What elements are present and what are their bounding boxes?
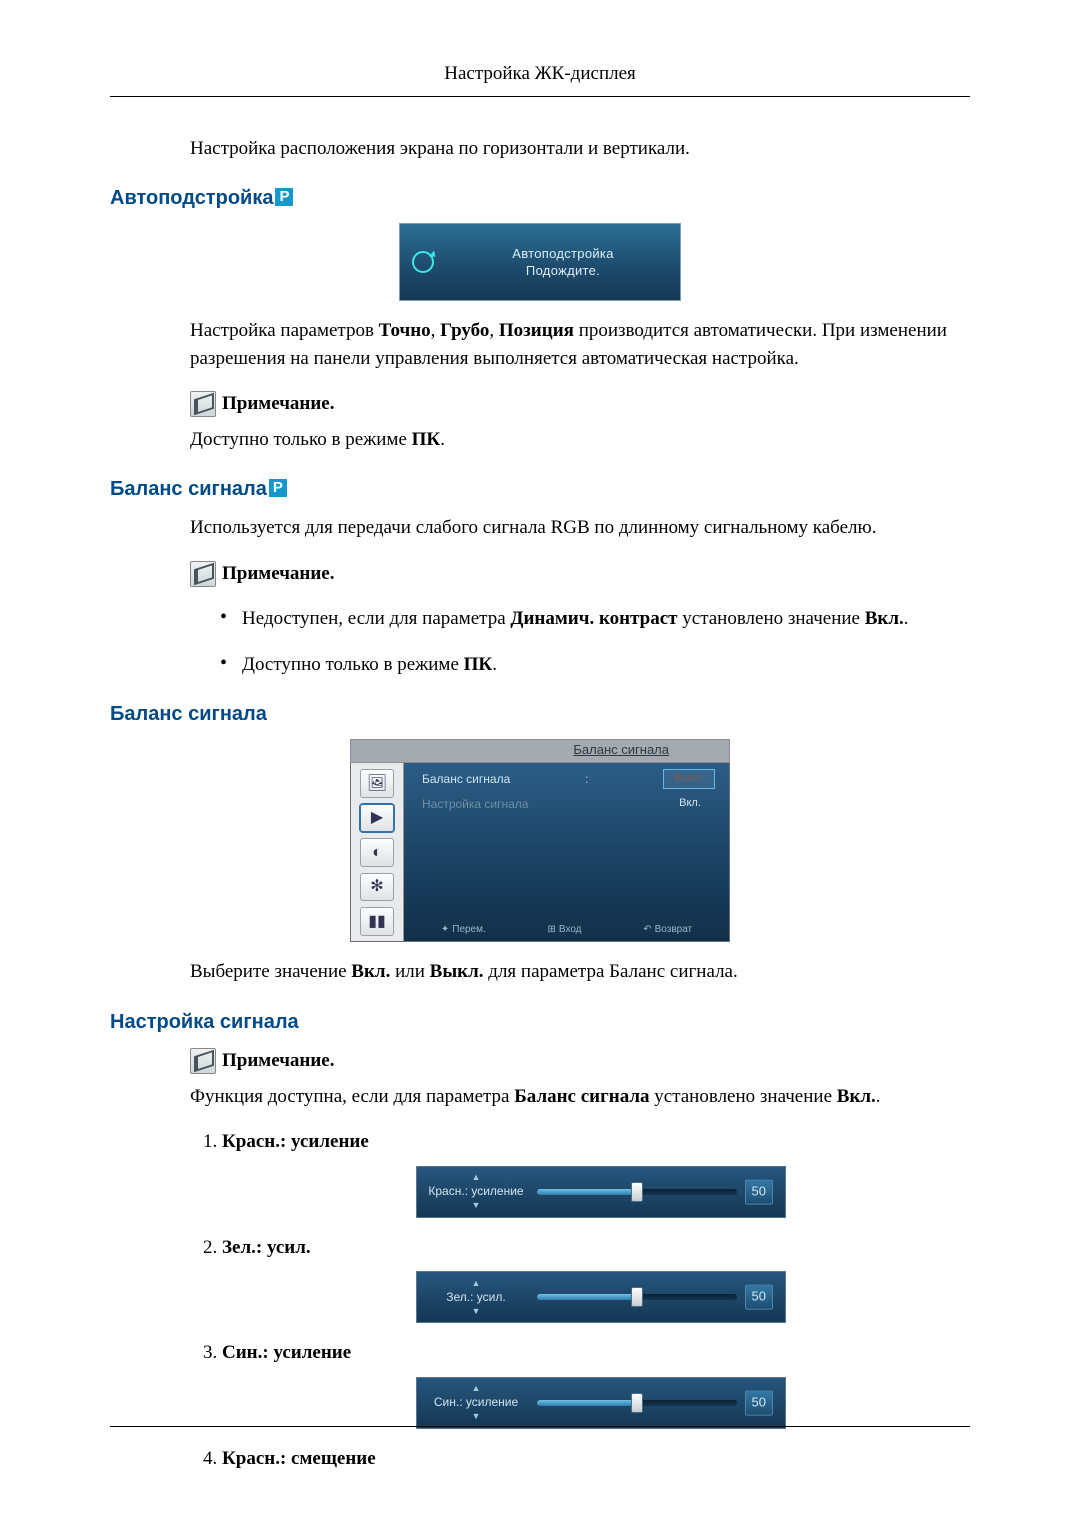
osd-tab-input[interactable]: ▶ (360, 804, 394, 832)
intro-text: Настройка расположения экрана по горизон… (190, 135, 970, 163)
balance1-heading-text: Баланс сигнала (110, 478, 267, 500)
auto-tune-line1: Автоподстройка (512, 246, 613, 261)
slider-fill (537, 1294, 637, 1300)
osd-titlebar: Баланс сигнала (350, 739, 730, 763)
arrow-down-icon[interactable]: ▼ (427, 1201, 525, 1210)
slider-value: 50 (745, 1179, 773, 1204)
slider-blue-gain: ▲ Син.: усиление ▼ 50 (416, 1377, 786, 1429)
osd-main: Баланс сигнала : Выкл. Настройка сигнала… (404, 763, 729, 941)
auto-tune-text: Автоподстройка Подождите. (446, 245, 680, 280)
note-row-signal: Примечание. (190, 1047, 970, 1075)
slider-track[interactable] (537, 1294, 737, 1300)
signal-item-1: Красн.: усиление ▲ Красн.: усиление ▼ 50 (222, 1128, 970, 1218)
auto-tune-icon-cell (400, 251, 446, 273)
slider-track[interactable] (537, 1400, 737, 1406)
osd-row2-label: Настройка сигнала (422, 796, 528, 813)
signal-item-4: Красн.: смещение (222, 1445, 970, 1473)
slider-red-gain: ▲ Красн.: усиление ▼ 50 (416, 1166, 786, 1218)
slider-fill (537, 1189, 637, 1195)
enter-icon: ⊞ (548, 923, 556, 938)
osd-title: Баланс сигнала (573, 741, 669, 760)
osd-body: 🖼 ▶ ◐ ✻ ▮▮ Баланс сигнала : Выкл. Настро… (350, 763, 730, 942)
signal-item-1-label: Красн.: усиление (222, 1131, 369, 1152)
slider-value: 50 (745, 1285, 773, 1310)
page-header: Настройка ЖК-дисплея (110, 60, 970, 97)
osd-footer-return: ↶ Возврат (643, 923, 692, 938)
section-heading-auto-text: Автоподстройка (110, 187, 273, 209)
slider-label: Син.: усиление (427, 1394, 525, 1411)
auto-note-para: Доступно только в режиме ПК. (190, 426, 970, 454)
osd-row-2: Настройка сигнала Вкл. (404, 789, 729, 813)
arrow-up-icon[interactable]: ▲ (427, 1279, 525, 1288)
section-heading-auto: АвтоподстройкаP (110, 184, 970, 213)
osd-tab-picture[interactable]: 🖼 (360, 769, 394, 797)
note-icon (190, 391, 216, 417)
list-item: Недоступен, если для параметра Динамич. … (220, 605, 970, 633)
slider-thumb[interactable] (631, 1393, 643, 1413)
signal-item-4-label: Красн.: смещение (222, 1448, 376, 1469)
slider-green-gain: ▲ Зел.: усил. ▼ 50 (416, 1271, 786, 1323)
section-heading-balance-2: Баланс сигнала (110, 700, 970, 729)
slider-label: Красн.: усиление (427, 1183, 525, 1200)
arrows-icon: ✦ (441, 923, 449, 938)
auto-tune-line2: Подождите. (526, 263, 600, 278)
signal-items: Красн.: усиление ▲ Красн.: усиление ▼ 50… (190, 1128, 970, 1472)
balance2-after: Выберите значение Вкл. или Выкл. для пар… (190, 958, 970, 986)
slider-thumb[interactable] (631, 1287, 643, 1307)
section-heading-signal: Настройка сигнала (110, 1008, 970, 1037)
section-heading-balance-1: Баланс сигналаP (110, 475, 970, 504)
pc-badge-icon: P (269, 479, 287, 497)
note-label: Примечание. (222, 1047, 335, 1075)
osd-footer: ✦ Перем. ⊞ Вход ↶ Возврат (404, 919, 729, 941)
auto-para: Настройка параметров Точно, Грубо, Позиц… (190, 317, 970, 372)
refresh-icon (412, 251, 434, 273)
balance1-para: Используется для передачи слабого сигнал… (190, 514, 970, 542)
note-row-balance1: Примечание. (190, 560, 970, 588)
arrow-up-icon[interactable]: ▲ (427, 1173, 525, 1182)
osd-panel: Баланс сигнала 🖼 ▶ ◐ ✻ ▮▮ Баланс сигнала… (350, 739, 730, 942)
signal-item-3: Син.: усиление ▲ Син.: усиление ▼ 50 (222, 1339, 970, 1429)
auto-tune-panel: Автоподстройка Подождите. (399, 223, 681, 301)
osd-row1-value[interactable]: Выкл. (663, 769, 715, 789)
return-icon: ↶ (643, 923, 651, 938)
signal-item-2: Зел.: усил. ▲ Зел.: усил. ▼ 50 (222, 1234, 970, 1324)
note-icon (190, 1048, 216, 1074)
note-row-auto: Примечание. (190, 390, 970, 418)
balance1-bullet-list: Недоступен, если для параметра Динамич. … (220, 605, 970, 678)
osd-row-1: Баланс сигнала : Выкл. (404, 763, 729, 789)
note-icon (190, 561, 216, 587)
osd-row2-value[interactable]: Вкл. (665, 795, 715, 813)
slider-fill (537, 1400, 637, 1406)
slider-value: 50 (745, 1390, 773, 1415)
pc-badge-icon: P (275, 188, 293, 206)
osd-sidebar: 🖼 ▶ ◐ ✻ ▮▮ (351, 763, 404, 941)
osd-tab-setup[interactable]: ✻ (360, 873, 394, 901)
slider-track[interactable] (537, 1189, 737, 1195)
arrow-down-icon[interactable]: ▼ (427, 1412, 525, 1421)
list-item: Доступно только в режиме ПК. (220, 651, 970, 679)
slider-thumb[interactable] (631, 1182, 643, 1202)
signal-para: Функция доступна, если для параметра Бал… (190, 1083, 970, 1111)
note-label: Примечание. (222, 560, 335, 588)
osd-footer-move: ✦ Перем. (441, 923, 486, 938)
footer-rule (110, 1426, 970, 1427)
slider-label: Зел.: усил. (427, 1289, 525, 1306)
note-label: Примечание. (222, 390, 335, 418)
osd-tab-multi[interactable]: ▮▮ (360, 907, 394, 935)
osd-footer-enter: ⊞ Вход (548, 923, 582, 938)
arrow-up-icon[interactable]: ▲ (427, 1384, 525, 1393)
osd-row1-label: Баланс сигнала (422, 771, 510, 788)
osd-tab-time[interactable]: ◐ (360, 838, 394, 866)
arrow-down-icon[interactable]: ▼ (427, 1307, 525, 1316)
signal-item-2-label: Зел.: усил. (222, 1237, 311, 1258)
signal-item-3-label: Син.: усиление (222, 1342, 351, 1363)
